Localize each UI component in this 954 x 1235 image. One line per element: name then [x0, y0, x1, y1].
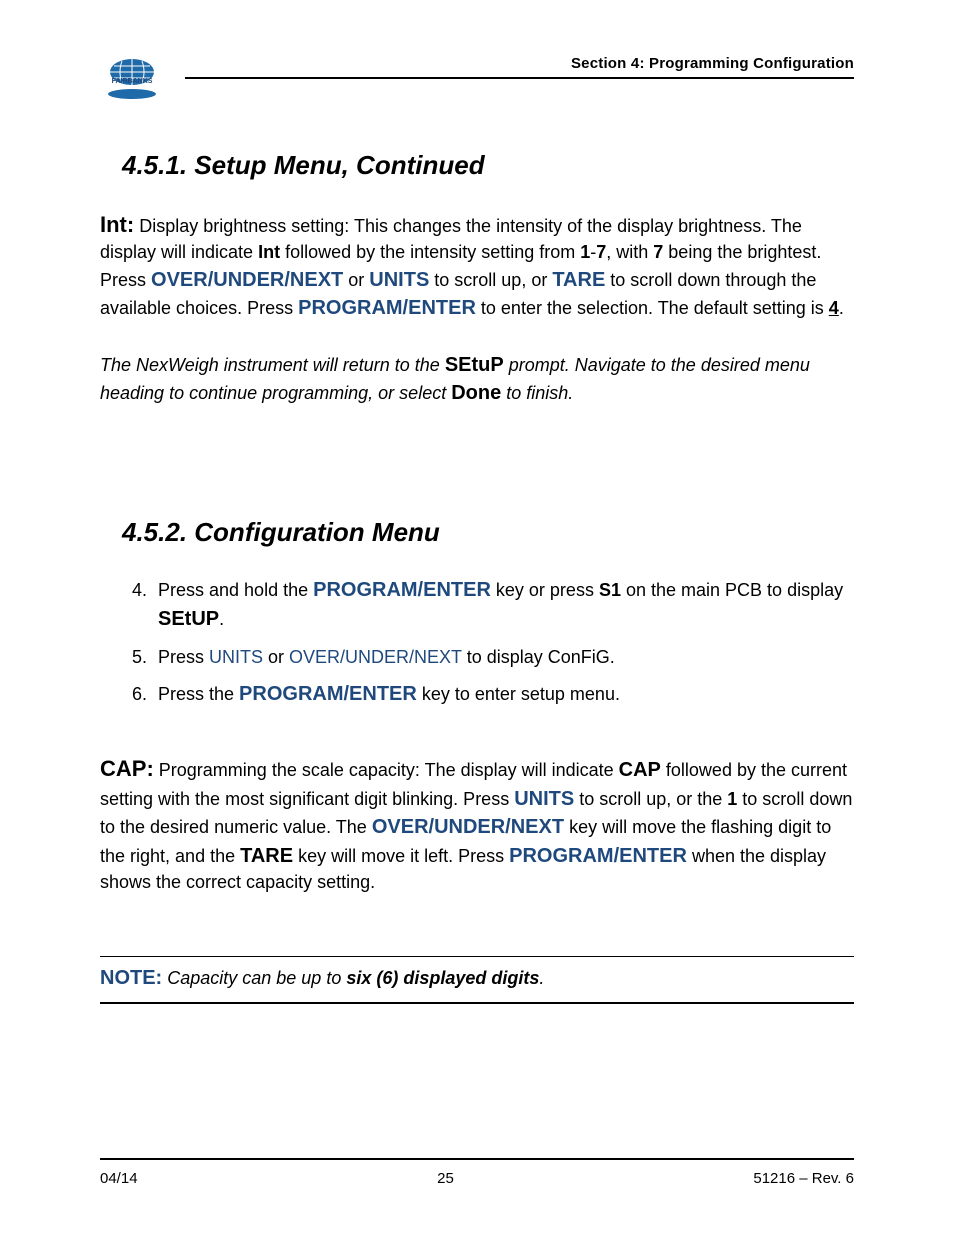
- cmd-overundernext: OVER/UNDER/NEXT: [151, 269, 343, 291]
- text: .: [539, 968, 544, 988]
- footer-date: 04/14: [100, 1170, 138, 1187]
- cap-display: CAP: [619, 759, 661, 781]
- cmd-overundernext: OVER/UNDER/NEXT: [372, 816, 564, 838]
- text: Int: [258, 242, 280, 262]
- note-label: NOTE:: [100, 967, 162, 989]
- svg-text:FAIRBANKS: FAIRBANKS: [112, 78, 153, 85]
- text: to enter the selection. The default sett…: [476, 298, 829, 318]
- text: The NexWeigh instrument will return to t…: [100, 355, 445, 375]
- text: 1: [580, 242, 590, 262]
- cmd-units: UNITS: [369, 269, 429, 291]
- text: key to enter setup menu.: [417, 684, 620, 704]
- text: key or press: [491, 580, 599, 600]
- header-rule: [185, 77, 854, 79]
- text: to finish.: [501, 383, 573, 403]
- cmd-tare: TARE: [552, 269, 605, 291]
- cmd-tare: TARE: [240, 845, 293, 867]
- text: followed by the intensity setting from: [280, 242, 580, 262]
- cmd-overundernext: OVER/UNDER/NEXT: [289, 647, 462, 667]
- fairbanks-logo: FAIRBANKS: [100, 58, 164, 102]
- text: to scroll up, or the: [574, 789, 727, 809]
- cmd-s1: S1: [599, 580, 621, 600]
- text: to display ConFiG.: [462, 647, 615, 667]
- cmd-program-enter: PROGRAM/ENTER: [509, 845, 687, 867]
- text: , with: [606, 242, 653, 262]
- text: Press and hold the: [158, 580, 313, 600]
- text: key will move it left. Press: [293, 846, 509, 866]
- list-item: Press the PROGRAM/ENTER key to enter set…: [152, 680, 854, 709]
- cmd-program-enter: PROGRAM/ENTER: [298, 297, 476, 319]
- cmd-units: UNITS: [209, 647, 263, 667]
- text: on the main PCB to display: [621, 580, 843, 600]
- footer-page: 25: [437, 1170, 454, 1187]
- section-title: Section 4: Programming Configuration: [571, 55, 854, 72]
- cmd-program-enter: PROGRAM/ENTER: [313, 579, 491, 601]
- int-label: Int:: [100, 212, 134, 237]
- text: Capacity can be up to: [162, 968, 346, 988]
- list-item: Press UNITS or OVER/UNDER/NEXT to displa…: [152, 644, 854, 670]
- text: to scroll up, or: [429, 270, 552, 290]
- setup-prompt: SEtuP: [445, 354, 504, 376]
- text: six (6) displayed digits: [346, 968, 539, 988]
- page-footer: 04/14 25 51216 – Rev. 6: [100, 1158, 854, 1187]
- text: or: [263, 647, 289, 667]
- heading-4-5-1: 4.5.1. Setup Menu, Continued: [122, 150, 854, 181]
- footer-rule: [100, 1158, 854, 1160]
- page-content: 4.5.1. Setup Menu, Continued Int: Displa…: [100, 105, 854, 1004]
- done-prompt: Done: [451, 382, 501, 404]
- footer-rev: 51216 – Rev. 6: [753, 1170, 854, 1187]
- return-paragraph: The NexWeigh instrument will return to t…: [100, 351, 854, 408]
- cap-label: CAP:: [100, 756, 154, 781]
- list-item: Press and hold the PROGRAM/ENTER key or …: [152, 576, 854, 634]
- text: 7: [653, 242, 663, 262]
- text: Press the: [158, 684, 239, 704]
- cmd-units: UNITS: [514, 788, 574, 810]
- setup-label: SEtUP: [158, 608, 219, 630]
- config-steps-list: Press and hold the PROGRAM/ENTER key or …: [152, 576, 854, 709]
- int-paragraph: Int: Display brightness setting: This ch…: [100, 209, 854, 323]
- note-block: NOTE: Capacity can be up to six (6) disp…: [100, 956, 854, 1004]
- text: Press: [158, 647, 209, 667]
- cmd-program-enter: PROGRAM/ENTER: [239, 683, 417, 705]
- heading-4-5-2: 4.5.2. Configuration Menu: [122, 517, 854, 548]
- text: .: [839, 298, 844, 318]
- text: .: [219, 609, 224, 629]
- text: 7: [596, 242, 606, 262]
- cap-paragraph: CAP: Programming the scale capacity: The…: [100, 753, 854, 895]
- page-header: Section 4: Programming Configuration FAI…: [100, 55, 854, 105]
- text: or: [343, 270, 369, 290]
- text: 1: [727, 789, 737, 809]
- default-value: 4: [829, 298, 839, 318]
- text: Programming the scale capacity: The disp…: [154, 760, 619, 780]
